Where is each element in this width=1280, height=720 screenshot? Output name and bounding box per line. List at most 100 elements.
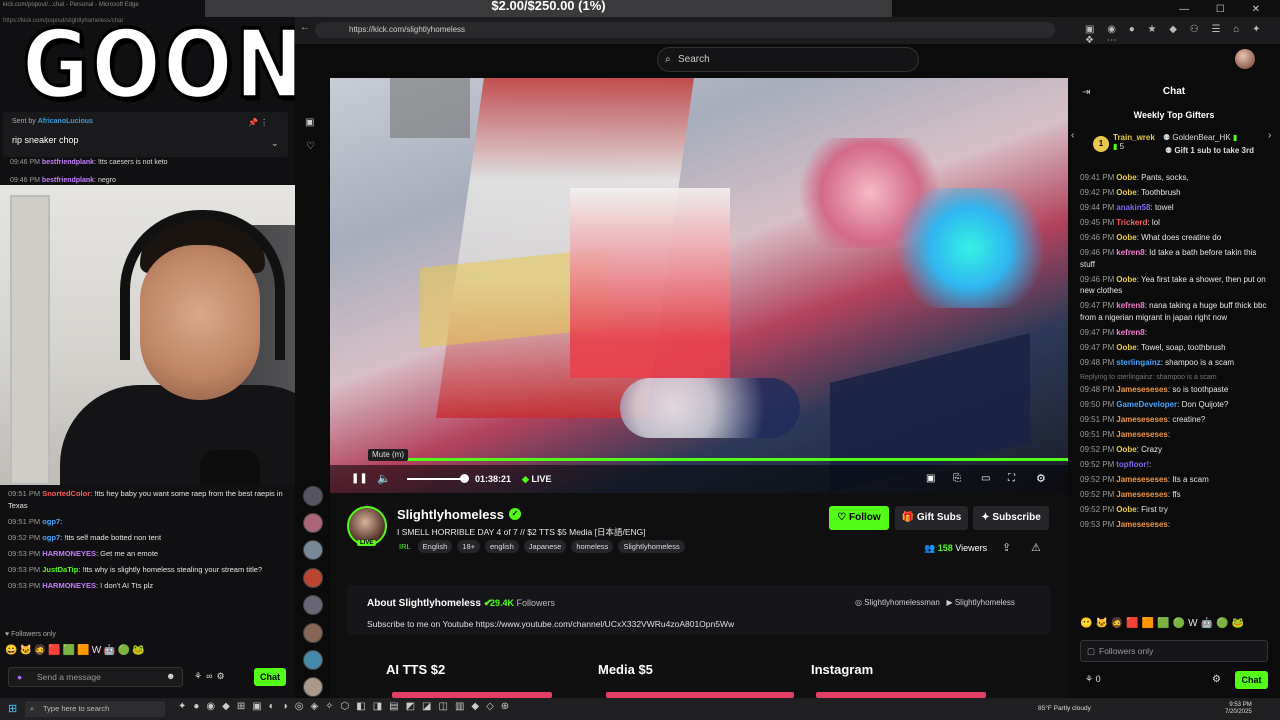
chat-send-button[interactable]: Chat [1235, 671, 1268, 689]
gift-subs-button[interactable]: 🎁 Gift Subs [895, 506, 968, 530]
sidebar-channel-avatar[interactable] [303, 623, 323, 643]
chat-username[interactable]: Jameseseses [1116, 520, 1168, 529]
overlay-chat-send-button[interactable]: Chat [254, 668, 286, 686]
video-player[interactable] [330, 78, 1068, 493]
sidebar-channel-avatar[interactable] [303, 568, 323, 588]
pause-icon[interactable]: ❚❚ [351, 473, 368, 484]
chevron-left-icon[interactable]: ‹ [1071, 130, 1074, 141]
chat-username[interactable]: ogp7 [42, 517, 60, 526]
chat-username[interactable]: kefren8 [1116, 248, 1144, 257]
streamer-name[interactable]: Slightlyhomeless [397, 507, 504, 522]
chat-username[interactable]: sterlingainz [1116, 358, 1160, 367]
chat-username[interactable]: GameDeveloper [1116, 400, 1177, 409]
chat-message: 09:46 PM Oobe: What does creatine do [1080, 233, 1222, 242]
chat-username[interactable]: Jameseseses [1116, 475, 1168, 484]
pip-icon[interactable]: ▣ [926, 473, 935, 484]
chat-username[interactable]: kefren8 [1116, 301, 1144, 310]
panel-instagram[interactable]: Instagram [811, 662, 873, 677]
chat-username[interactable]: SnortedColor [42, 489, 90, 498]
chat-username[interactable]: topfloor! [1116, 460, 1149, 469]
chat-username[interactable]: ogp7 [42, 533, 60, 542]
chevron-right-icon[interactable]: › [1268, 130, 1271, 141]
category-link[interactable]: IRL [397, 540, 413, 553]
user-avatar[interactable] [1235, 49, 1255, 69]
emote-bar[interactable]: 😀🐱🧔🟥🟩🟧W🤖🟢🐸 [5, 645, 147, 656]
chat-username[interactable]: Oobe [1116, 233, 1136, 242]
search-input[interactable]: ⌕ Search [657, 47, 919, 72]
taskbar-search[interactable]: ⌕ Type here to search [25, 701, 165, 717]
overlay-tools[interactable]: ⚘∞⚙ [194, 671, 229, 682]
browser-extension-icons[interactable]: ▣ ◉ ● ★ ◆ ⚇ ☰ ⌂ ✦ ❖ ⋯ [1085, 24, 1280, 46]
sidebar-channel-avatar[interactable] [303, 595, 323, 615]
chat-message-input[interactable]: ▢ Followers only [1080, 640, 1268, 662]
taskbar-app-icons[interactable]: ✦●◉◆⊞▣◐◑◎◈✧⬡◧◨▤◩◪◫▥◆◇⊕ [178, 701, 516, 712]
chevron-down-icon[interactable]: ⌄ [271, 138, 279, 149]
taskbar-clock[interactable]: 9:53 PM 7/20/2025 [1225, 702, 1252, 716]
subscribe-button[interactable]: ✦ Subscribe [973, 506, 1049, 530]
share-icon[interactable]: ⇪ [1002, 541, 1011, 554]
lock-icon: ▢ [1087, 646, 1096, 656]
video-progress-bar[interactable] [372, 458, 1068, 461]
emoji-icon[interactable]: ☻ [166, 671, 175, 681]
sidebar-channel-avatar[interactable] [303, 540, 323, 560]
stream-tag[interactable]: 18+ [457, 540, 481, 553]
chat-username[interactable]: Oobe [1116, 445, 1136, 454]
collapse-sidebar-icon[interactable]: ▣ [305, 117, 314, 128]
sidebar-channel-avatar[interactable] [303, 513, 323, 533]
live-badge: LIVE [357, 540, 377, 546]
chat-message: 09:50 PM GameDeveloper: Don Quijote? [1080, 400, 1229, 409]
sidebar-channel-avatar[interactable] [303, 486, 323, 506]
pinned-message: rip sneaker chop [12, 135, 79, 145]
chat-username[interactable]: Trickerd [1116, 218, 1147, 227]
chat-username[interactable]: HARMONEYES [42, 549, 96, 558]
chat-username[interactable]: anakin58 [1116, 203, 1150, 212]
heart-icon[interactable]: ♡ [306, 141, 315, 152]
stream-tag[interactable]: homeless [571, 540, 614, 553]
live-indicator[interactable]: ◆ LIVE [522, 474, 551, 485]
gift-cta[interactable]: ⚉ Gift 1 sub to take 3rd [1165, 146, 1254, 155]
stream-tag[interactable]: Japanese [523, 540, 567, 553]
taskbar-weather[interactable]: 85°F Partly cloudy [1038, 705, 1091, 712]
volume-knob[interactable] [460, 474, 469, 483]
chat-points[interactable]: ⚘ 0 [1085, 674, 1101, 685]
chat-username[interactable]: JustDaTip [42, 565, 78, 574]
report-icon[interactable]: ⚠ [1031, 541, 1041, 554]
chat-username[interactable]: Jameseseses [1116, 430, 1168, 439]
about-followers: 29.4K Followers [490, 598, 556, 608]
chat-username[interactable]: Oobe [1116, 505, 1136, 514]
overlay-chat-messages: 09:51 PM SnortedColor: !tts hey baby you… [8, 488, 293, 596]
panel-media[interactable]: Media $5 [598, 662, 653, 677]
chat-username[interactable]: Oobe [1116, 188, 1136, 197]
volume-icon[interactable]: 🔈 [377, 472, 391, 485]
stream-tag[interactable]: english [485, 540, 519, 553]
chat-username[interactable]: Jameseseses [1116, 415, 1168, 424]
fullscreen-icon[interactable]: ⛶ [1008, 473, 1015, 484]
chat-username[interactable]: Oobe [1116, 275, 1136, 284]
chat-username[interactable]: Oobe [1116, 343, 1136, 352]
theater-mode-icon[interactable]: ▭ [981, 473, 990, 484]
chat-username[interactable]: kefren8 [1116, 328, 1144, 337]
chat-username[interactable]: HARMONEYES [42, 581, 96, 590]
top-gifter-2[interactable]: ⚉ GoldenBear_HK ▮ [1163, 133, 1237, 142]
top-gifter-1[interactable]: Train_wrek ▮ 5 [1113, 133, 1155, 151]
chat-message: 09:52 PM Oobe: First try [1080, 505, 1168, 514]
windows-start-icon[interactable]: ⊞ [8, 702, 17, 715]
sidebar-channel-avatar[interactable] [303, 650, 323, 670]
chat-username[interactable]: Jameseseses [1116, 490, 1168, 499]
about-social-links[interactable]: ◎ Slightlyhomelessman ▶ Slightlyhomeless [855, 598, 1015, 607]
chat-username[interactable]: Jameseseses [1116, 385, 1168, 394]
settings-gear-icon[interactable]: ⚙ [1036, 472, 1046, 485]
stream-tag[interactable]: Slightlyhomeless [618, 540, 685, 553]
follow-button[interactable]: ♡ Follow [829, 506, 889, 530]
chat-emote-bar[interactable]: 😶🐱🧔🟥🟧🟩🟢W🤖🟢🐸 [1080, 618, 1247, 629]
window-controls[interactable]: — ☐ ✕ [1179, 4, 1272, 15]
chat-username[interactable]: Oobe [1116, 173, 1136, 182]
sidebar-channel-avatar[interactable] [303, 677, 323, 697]
chat-settings-icon[interactable]: ⚙ [1212, 674, 1221, 685]
volume-slider[interactable] [407, 478, 467, 480]
overlay-message-input[interactable]: ● Send a message [8, 667, 183, 687]
address-bar[interactable]: https://kick.com/slightlyhomeless [315, 22, 1055, 38]
stream-tag[interactable]: English [417, 540, 453, 553]
clip-icon[interactable]: ⎘ [953, 473, 961, 484]
panel-ai-tts[interactable]: AI TTS $2 [386, 662, 445, 677]
